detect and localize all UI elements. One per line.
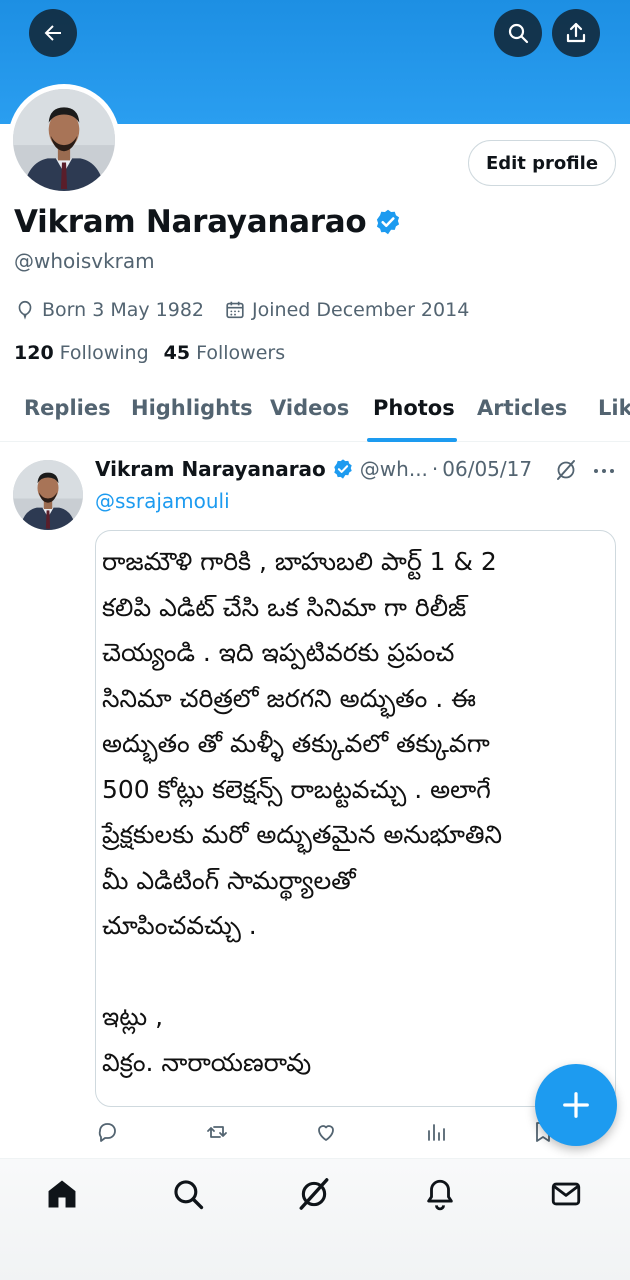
following-label: Following [59, 342, 149, 364]
tab-replies[interactable]: Replies [24, 396, 111, 420]
home-icon [48, 1180, 76, 1208]
plus-icon [563, 1092, 589, 1118]
birth-date: Born 3 May 1982 [14, 299, 204, 321]
followers-label: Followers [196, 342, 286, 364]
active-tab-indicator [367, 438, 457, 442]
nav-grok[interactable] [297, 1177, 331, 1211]
mail-icon [551, 1182, 581, 1206]
post-image[interactable]: రాజమౌళి గారికి , బాహుబలి పార్ట్ 1 & 2 కల… [95, 530, 616, 1107]
post-header: Vikram Narayanarao @wh... · 06/05/17 [95, 457, 532, 481]
join-date: Joined December 2014 [224, 299, 469, 321]
profile-name: Vikram Narayanarao [14, 204, 367, 240]
repost-icon[interactable] [205, 1120, 229, 1144]
nav-home[interactable] [45, 1177, 79, 1211]
verified-badge-icon [377, 209, 400, 235]
back-button[interactable] [29, 9, 77, 57]
more-icon[interactable] [592, 466, 616, 476]
reply-icon[interactable] [95, 1120, 119, 1144]
bell-icon [427, 1179, 453, 1211]
tab-videos[interactable]: Videos [270, 396, 349, 420]
post-author-handle[interactable]: @wh... [360, 457, 428, 481]
avatar-photo [13, 89, 115, 191]
profile-handle: @whoisvkram [14, 249, 155, 273]
views-icon[interactable] [424, 1120, 448, 1144]
tab-photos[interactable]: Photos [373, 396, 455, 420]
profile-avatar[interactable] [8, 84, 120, 196]
nav-notifications[interactable] [423, 1177, 457, 1211]
joined-text: Joined December 2014 [252, 299, 470, 321]
tab-articles[interactable]: Articles [477, 396, 567, 420]
post-date[interactable]: 06/05/17 [442, 457, 532, 481]
grok-icon[interactable] [554, 458, 578, 482]
balloon-icon [18, 300, 32, 320]
following-link[interactable]: 120 Following [14, 342, 149, 364]
arrow-left-icon [44, 25, 61, 41]
nav-messages[interactable] [549, 1177, 583, 1211]
followers-count: 45 [163, 342, 191, 364]
edit-profile-button[interactable]: Edit profile [468, 140, 616, 186]
post-author-avatar[interactable] [13, 460, 83, 530]
follow-counts: 120 Following 45 Followers [14, 342, 300, 364]
profile-meta: Born 3 May 1982 Joined December 2014 [14, 299, 489, 321]
search-icon [508, 23, 529, 44]
tab-highlights[interactable]: Highlights [131, 396, 253, 420]
profile-name-row: Vikram Narayanarao [14, 204, 402, 240]
image-text: రాజమౌళి గారికి , బాహుబలి పార్ట్ 1 & 2 కల… [102, 547, 503, 1077]
tab-likes[interactable]: Lik [598, 396, 630, 420]
grok-icon [299, 1178, 329, 1210]
calendar-icon [226, 301, 244, 319]
search-button[interactable] [494, 9, 542, 57]
share-icon [566, 22, 586, 43]
avatar-photo [13, 460, 83, 530]
post-author-name[interactable]: Vikram Narayanarao [95, 457, 326, 481]
post-actions [95, 1118, 615, 1148]
compose-button[interactable] [535, 1064, 617, 1146]
like-icon[interactable] [314, 1120, 338, 1144]
verified-badge-icon [334, 459, 352, 479]
bottom-nav [0, 1158, 630, 1280]
header-separator: · [431, 457, 439, 481]
nav-explore[interactable] [171, 1177, 205, 1211]
reply-mention[interactable]: @ssrajamouli [95, 489, 230, 513]
search-icon [174, 1180, 204, 1210]
share-button[interactable] [552, 9, 600, 57]
profile-tabs: Replies Highlights Videos Photos Article… [0, 384, 630, 442]
born-text: Born 3 May 1982 [42, 299, 205, 321]
followers-link[interactable]: 45 Followers [164, 342, 285, 364]
following-count: 120 [14, 342, 54, 364]
